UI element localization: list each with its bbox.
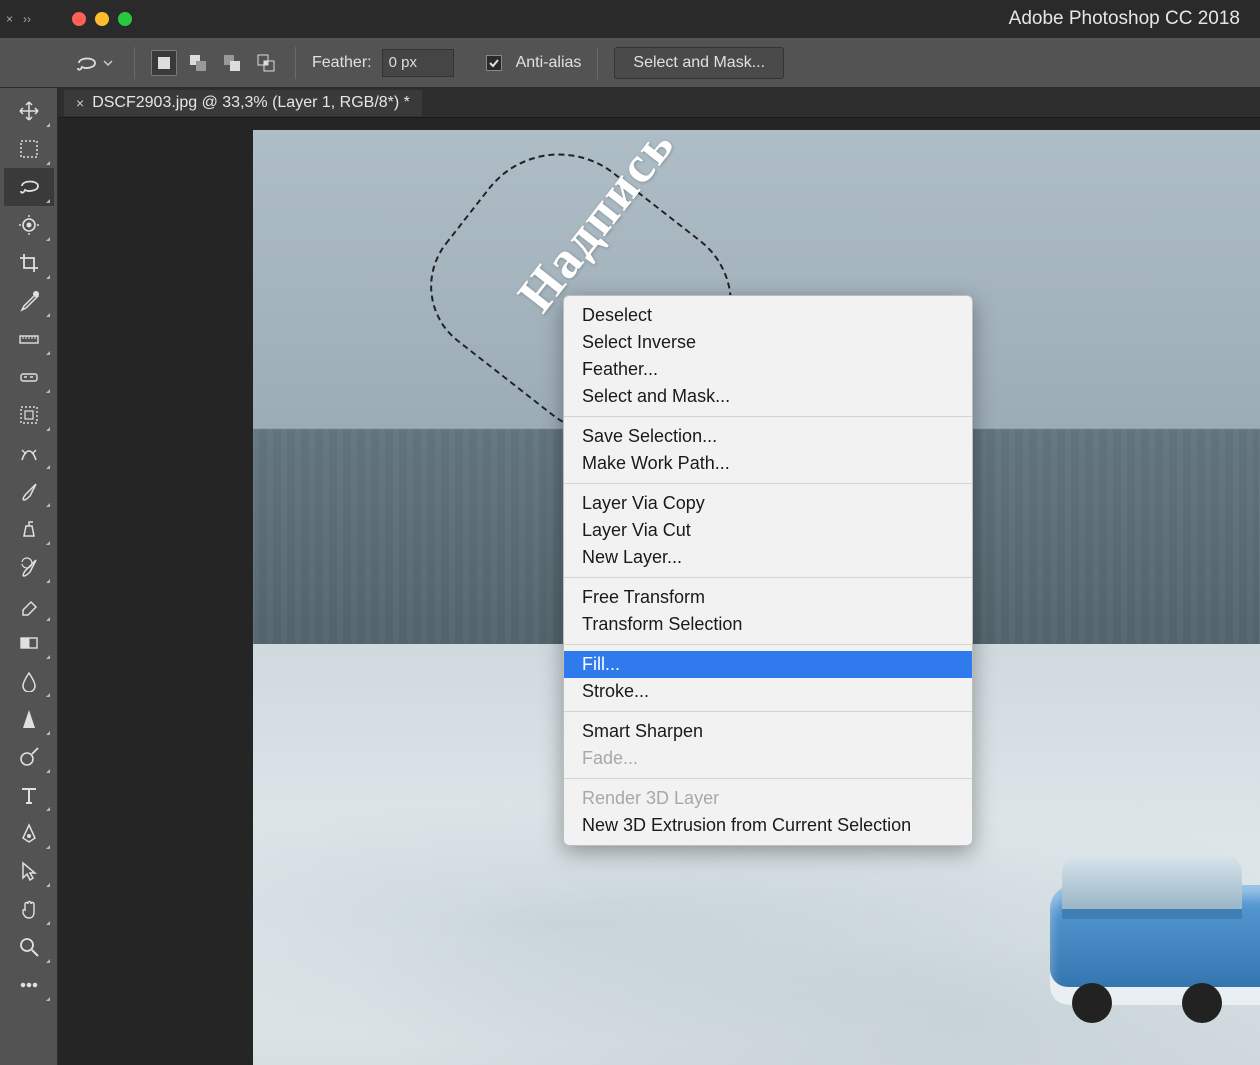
app-title: Adobe Photoshop CC 2018	[1009, 8, 1240, 30]
marquee-tool[interactable]	[4, 130, 54, 168]
menu-separator	[564, 577, 972, 578]
brush-tool[interactable]	[4, 472, 54, 510]
select-and-mask-button[interactable]: Select and Mask...	[614, 47, 784, 79]
current-tool-indicator[interactable]	[70, 46, 118, 80]
ruler-tool[interactable]	[4, 320, 54, 358]
feather-input[interactable]	[382, 49, 454, 77]
minimize-icon[interactable]	[95, 12, 109, 26]
blur-tool[interactable]	[4, 662, 54, 700]
eraser-tool[interactable]	[4, 586, 54, 624]
selection-subtract-icon[interactable]	[219, 50, 245, 76]
menu-separator	[564, 416, 972, 417]
menu-item-deselect[interactable]: Deselect	[564, 302, 972, 329]
menu-item-make-work-path[interactable]: Make Work Path...	[564, 450, 972, 477]
feather-label: Feather:	[312, 54, 372, 72]
sharpen-tool[interactable]	[4, 700, 54, 738]
pen-tool[interactable]	[4, 814, 54, 852]
maximize-icon[interactable]	[118, 12, 132, 26]
tab-close-icon[interactable]: ×	[76, 95, 84, 111]
menu-item-new-layer[interactable]: New Layer...	[564, 544, 972, 571]
menu-item-fade: Fade...	[564, 745, 972, 772]
healing-brush-tool[interactable]	[4, 358, 54, 396]
chevron-down-icon	[103, 58, 113, 68]
menu-item-free-transform[interactable]: Free Transform	[564, 584, 972, 611]
menu-item-fill[interactable]: Fill...	[564, 651, 972, 678]
window-close-x[interactable]: ×	[6, 12, 13, 26]
menu-item-render-3d-layer: Render 3D Layer	[564, 785, 972, 812]
frame-tool[interactable]	[4, 396, 54, 434]
toolbox	[0, 88, 58, 1065]
car-object	[1050, 885, 1260, 1005]
tab-row: × DSCF2903.jpg @ 33,3% (Layer 1, RGB/8*)…	[58, 88, 1260, 118]
more-tool[interactable]	[4, 966, 54, 1004]
crop-tool[interactable]	[4, 244, 54, 282]
traffic-lights	[72, 12, 132, 26]
close-icon[interactable]	[72, 12, 86, 26]
lasso-icon	[75, 53, 99, 73]
zoom-tool[interactable]	[4, 928, 54, 966]
menu-item-stroke[interactable]: Stroke...	[564, 678, 972, 705]
menu-item-new-3d-extrusion-from-current-selection[interactable]: New 3D Extrusion from Current Selection	[564, 812, 972, 839]
menu-item-transform-selection[interactable]: Transform Selection	[564, 611, 972, 638]
type-tool[interactable]	[4, 776, 54, 814]
menu-item-layer-via-cut[interactable]: Layer Via Cut	[564, 517, 972, 544]
anti-alias-checkbox[interactable]	[486, 55, 502, 71]
titlebar: × ›› Adobe Photoshop CC 2018	[0, 0, 1260, 38]
options-bar: Feather: Anti-alias Select and Mask...	[0, 38, 1260, 88]
menu-item-select-inverse[interactable]: Select Inverse	[564, 329, 972, 356]
eyedropper-tool[interactable]	[4, 282, 54, 320]
canvas[interactable]: Надпись DeselectSelect InverseFeather...…	[253, 130, 1260, 1065]
selection-mode-group	[151, 50, 279, 76]
lasso-tool[interactable]	[4, 168, 54, 206]
menu-item-smart-sharpen[interactable]: Smart Sharpen	[564, 718, 972, 745]
path-select-tool[interactable]	[4, 852, 54, 890]
quick-select-tool[interactable]	[4, 206, 54, 244]
history-brush-tool[interactable]	[4, 548, 54, 586]
move-tool[interactable]	[4, 92, 54, 130]
menu-separator	[564, 483, 972, 484]
anti-alias-label: Anti-alias	[516, 54, 582, 72]
menu-item-select-and-mask[interactable]: Select and Mask...	[564, 383, 972, 410]
tab-document[interactable]: × DSCF2903.jpg @ 33,3% (Layer 1, RGB/8*)…	[64, 90, 422, 116]
window-expand-icon[interactable]: ››	[23, 12, 31, 26]
menu-item-layer-via-copy[interactable]: Layer Via Copy	[564, 490, 972, 517]
clone-stamp-tool[interactable]	[4, 510, 54, 548]
selection-new-icon[interactable]	[151, 50, 177, 76]
document-area: × DSCF2903.jpg @ 33,3% (Layer 1, RGB/8*)…	[58, 88, 1260, 1065]
menu-item-save-selection[interactable]: Save Selection...	[564, 423, 972, 450]
dodge-tool[interactable]	[4, 738, 54, 776]
hand-tool[interactable]	[4, 890, 54, 928]
content-aware-tool[interactable]	[4, 434, 54, 472]
check-icon	[488, 57, 500, 69]
tab-title: DSCF2903.jpg @ 33,3% (Layer 1, RGB/8*) *	[92, 94, 410, 112]
selection-add-icon[interactable]	[185, 50, 211, 76]
context-menu: DeselectSelect InverseFeather...Select a…	[563, 295, 973, 846]
menu-separator	[564, 711, 972, 712]
selection-intersect-icon[interactable]	[253, 50, 279, 76]
menu-separator	[564, 778, 972, 779]
menu-item-feather[interactable]: Feather...	[564, 356, 972, 383]
gradient-tool[interactable]	[4, 624, 54, 662]
menu-separator	[564, 644, 972, 645]
